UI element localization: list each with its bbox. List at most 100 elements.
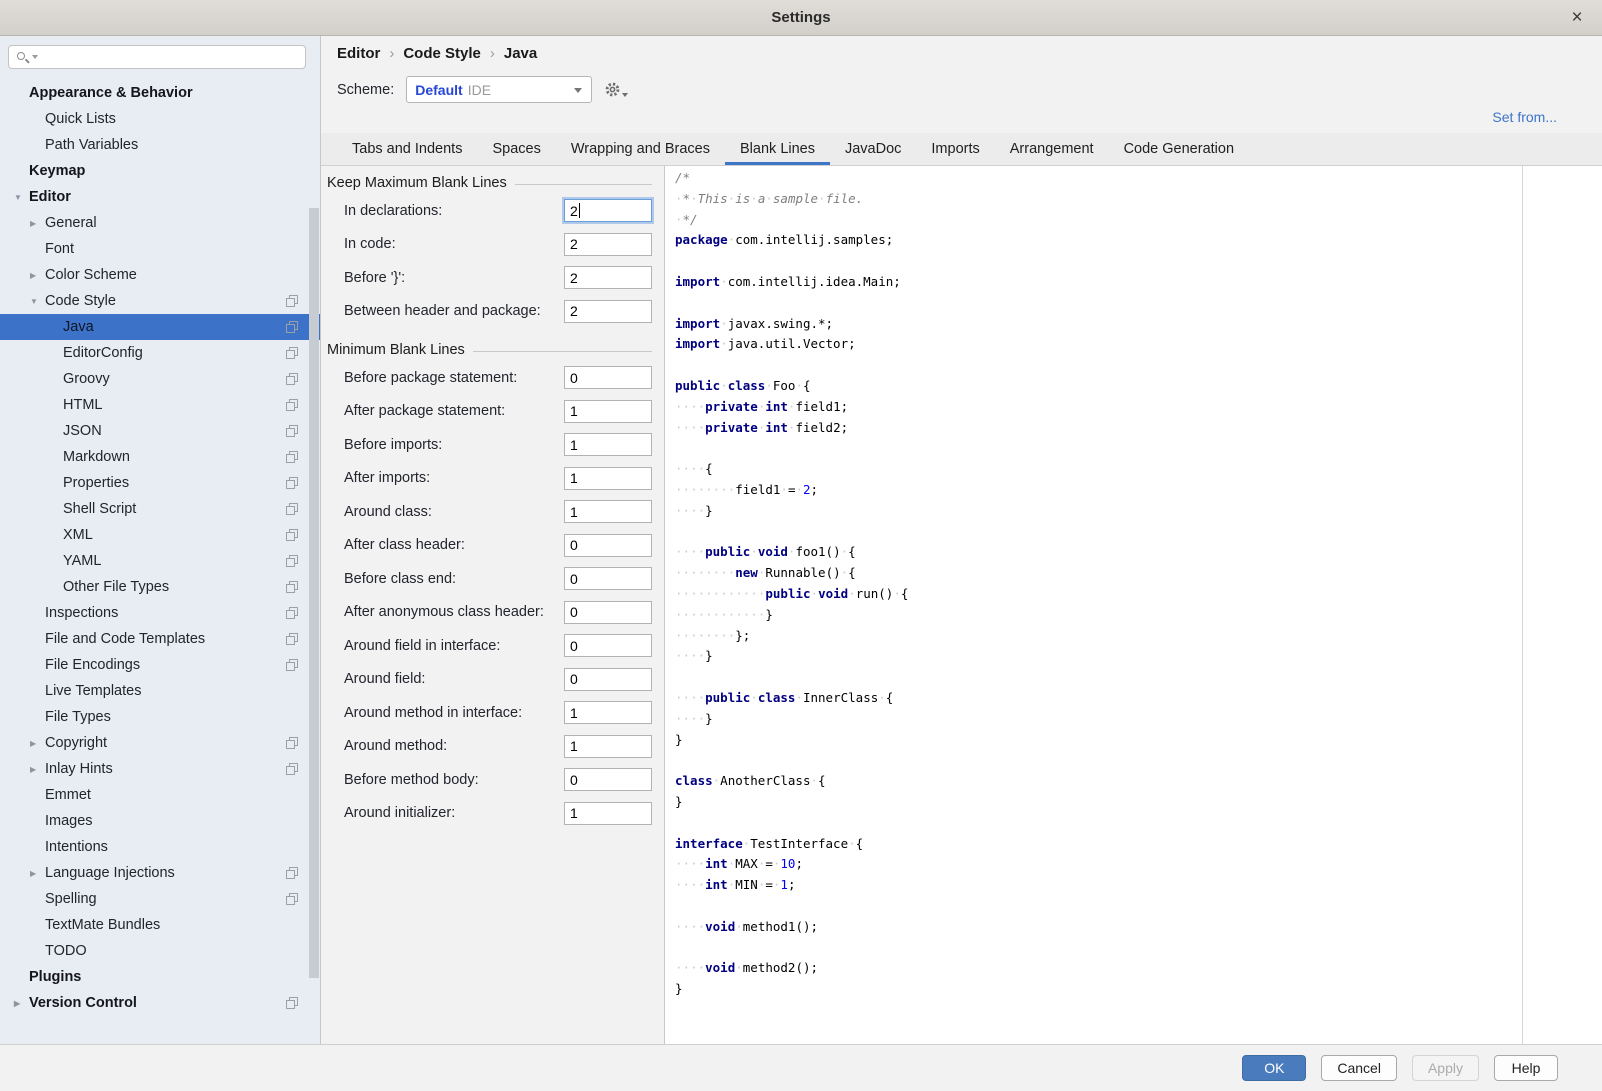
code-line xyxy=(675,752,1602,773)
sidebar-item-inspections[interactable]: Inspections xyxy=(0,600,320,626)
whitespace-dot: · xyxy=(675,607,683,622)
field-input-before-package-statement[interactable]: 0 xyxy=(564,366,652,389)
sidebar-item-todo[interactable]: TODO xyxy=(0,938,320,964)
chevron-right-icon[interactable]: ▶ xyxy=(30,869,45,878)
sidebar-item-properties[interactable]: Properties xyxy=(0,470,320,496)
code-token: }; xyxy=(735,628,750,643)
code-line: ····{ xyxy=(675,461,1602,482)
sidebar-item-editorconfig[interactable]: EditorConfig xyxy=(0,340,320,366)
field-input-after-anonymous-class-header[interactable]: 0 xyxy=(564,601,652,624)
content-header: Editor›Code Style›Java Scheme: Default I… xyxy=(321,36,1602,133)
scheme-actions-button[interactable] xyxy=(604,81,628,98)
sidebar-item-version-control[interactable]: ▶Version Control xyxy=(0,990,320,1016)
whitespace-dot: · xyxy=(675,191,683,206)
ok-button[interactable]: OK xyxy=(1242,1055,1306,1081)
chevron-down-icon[interactable]: ▼ xyxy=(30,297,45,306)
help-button[interactable]: Help xyxy=(1494,1055,1558,1081)
field-input-around-initializer[interactable]: 1 xyxy=(564,802,652,825)
sidebar-item-images[interactable]: Images xyxy=(0,808,320,834)
whitespace-dot: · xyxy=(675,711,683,726)
cancel-button[interactable]: Cancel xyxy=(1321,1055,1397,1081)
sidebar-item-code-style[interactable]: ▼Code Style xyxy=(0,288,320,314)
field-input-between-header-and-package[interactable]: 2 xyxy=(564,300,652,323)
tab-imports[interactable]: Imports xyxy=(916,133,994,165)
tab-spaces[interactable]: Spaces xyxy=(477,133,555,165)
sidebar-item-java[interactable]: Java xyxy=(0,314,320,340)
code-line: ····void·method1(); xyxy=(675,919,1602,940)
sidebar-item-groovy[interactable]: Groovy xyxy=(0,366,320,392)
tab-code-generation[interactable]: Code Generation xyxy=(1109,133,1249,165)
sidebar-item-emmet[interactable]: Emmet xyxy=(0,782,320,808)
sidebar-scrollbar[interactable] xyxy=(309,208,319,978)
chevron-right-icon[interactable]: ▶ xyxy=(30,271,45,280)
sidebar-item-font[interactable]: Font xyxy=(0,236,320,262)
sidebar-item-intentions[interactable]: Intentions xyxy=(0,834,320,860)
sidebar-item-shell-script[interactable]: Shell Script xyxy=(0,496,320,522)
field-input-around-method-in-interface[interactable]: 1 xyxy=(564,701,652,724)
sidebar-item-file-encodings[interactable]: File Encodings xyxy=(0,652,320,678)
sidebar-item-other-file-types[interactable]: Other File Types xyxy=(0,574,320,600)
whitespace-dot: · xyxy=(675,856,683,871)
field-input-around-field-in-interface[interactable]: 0 xyxy=(564,634,652,657)
sidebar-item-path-variables[interactable]: Path Variables xyxy=(0,132,320,158)
chevron-right-icon[interactable]: ▶ xyxy=(14,999,29,1008)
code-preview-pane[interactable]: /*·*·This·is·a·sample·file.·*/package·co… xyxy=(665,166,1602,1044)
set-from-link[interactable]: Set from... xyxy=(1492,109,1557,125)
sidebar-item-markdown[interactable]: Markdown xyxy=(0,444,320,470)
sidebar-item-file-and-code-templates[interactable]: File and Code Templates xyxy=(0,626,320,652)
scheme-dropdown[interactable]: Default IDE xyxy=(406,76,592,103)
field-input-after-package-statement[interactable]: 1 xyxy=(564,400,652,423)
copy-settings-icon xyxy=(286,503,298,515)
whitespace-dot: · xyxy=(878,690,886,705)
field-input-in-declarations[interactable]: 2 xyxy=(564,199,652,222)
search-box[interactable] xyxy=(8,45,306,69)
sidebar-item-live-templates[interactable]: Live Templates xyxy=(0,678,320,704)
sidebar-item-xml[interactable]: XML xyxy=(0,522,320,548)
tab-arrangement[interactable]: Arrangement xyxy=(995,133,1109,165)
sidebar-item-inlay-hints[interactable]: ▶Inlay Hints xyxy=(0,756,320,782)
tab-wrapping-and-braces[interactable]: Wrapping and Braces xyxy=(556,133,725,165)
breadcrumb-item-code-style[interactable]: Code Style xyxy=(403,45,481,62)
sidebar-item-keymap[interactable]: Keymap xyxy=(0,158,320,184)
sidebar-item-copyright[interactable]: ▶Copyright xyxy=(0,730,320,756)
field-input-before[interactable]: 2 xyxy=(564,266,652,289)
chevron-right-icon[interactable]: ▶ xyxy=(30,765,45,774)
chevron-right-icon[interactable]: ▶ xyxy=(30,219,45,228)
sidebar-item-file-types[interactable]: File Types xyxy=(0,704,320,730)
chevron-right-icon[interactable]: ▶ xyxy=(30,739,45,748)
preview-scrollbar-track[interactable] xyxy=(1522,166,1523,1044)
code-token: public xyxy=(765,586,810,601)
field-input-before-imports[interactable]: 1 xyxy=(564,433,652,456)
sidebar-item-plugins[interactable]: Plugins xyxy=(0,964,320,990)
search-input[interactable] xyxy=(40,50,305,65)
sidebar-item-appearance-behavior[interactable]: Appearance & Behavior xyxy=(0,80,320,106)
sidebar-item-color-scheme[interactable]: ▶Color Scheme xyxy=(0,262,320,288)
tab-blank-lines[interactable]: Blank Lines xyxy=(725,133,830,165)
chevron-down-icon[interactable]: ▼ xyxy=(14,193,29,202)
sidebar-item-json[interactable]: JSON xyxy=(0,418,320,444)
field-input-in-code[interactable]: 2 xyxy=(564,233,652,256)
field-input-around-field[interactable]: 0 xyxy=(564,668,652,691)
field-input-before-method-body[interactable]: 0 xyxy=(564,768,652,791)
tab-javadoc[interactable]: JavaDoc xyxy=(830,133,916,165)
sidebar-item-textmate-bundles[interactable]: TextMate Bundles xyxy=(0,912,320,938)
sidebar-item-editor[interactable]: ▼Editor xyxy=(0,184,320,210)
close-icon[interactable]: × xyxy=(1566,7,1588,29)
sidebar-item-label: YAML xyxy=(63,553,101,569)
tab-tabs-and-indents[interactable]: Tabs and Indents xyxy=(337,133,477,165)
whitespace-dot: · xyxy=(698,628,706,643)
sidebar-item-quick-lists[interactable]: Quick Lists xyxy=(0,106,320,132)
field-input-after-class-header[interactable]: 0 xyxy=(564,534,652,557)
sidebar-item-spelling[interactable]: Spelling xyxy=(0,886,320,912)
field-input-after-imports[interactable]: 1 xyxy=(564,467,652,490)
breadcrumb-item-java[interactable]: Java xyxy=(504,45,537,62)
sidebar-item-yaml[interactable]: YAML xyxy=(0,548,320,574)
breadcrumb-item-editor[interactable]: Editor xyxy=(337,45,380,62)
field-input-around-class[interactable]: 1 xyxy=(564,500,652,523)
sidebar-item-general[interactable]: ▶General xyxy=(0,210,320,236)
sidebar-item-html[interactable]: HTML xyxy=(0,392,320,418)
field-input-around-method[interactable]: 1 xyxy=(564,735,652,758)
field-input-before-class-end[interactable]: 0 xyxy=(564,567,652,590)
sidebar-item-language-injections[interactable]: ▶Language Injections xyxy=(0,860,320,886)
whitespace-dot: · xyxy=(675,544,683,559)
